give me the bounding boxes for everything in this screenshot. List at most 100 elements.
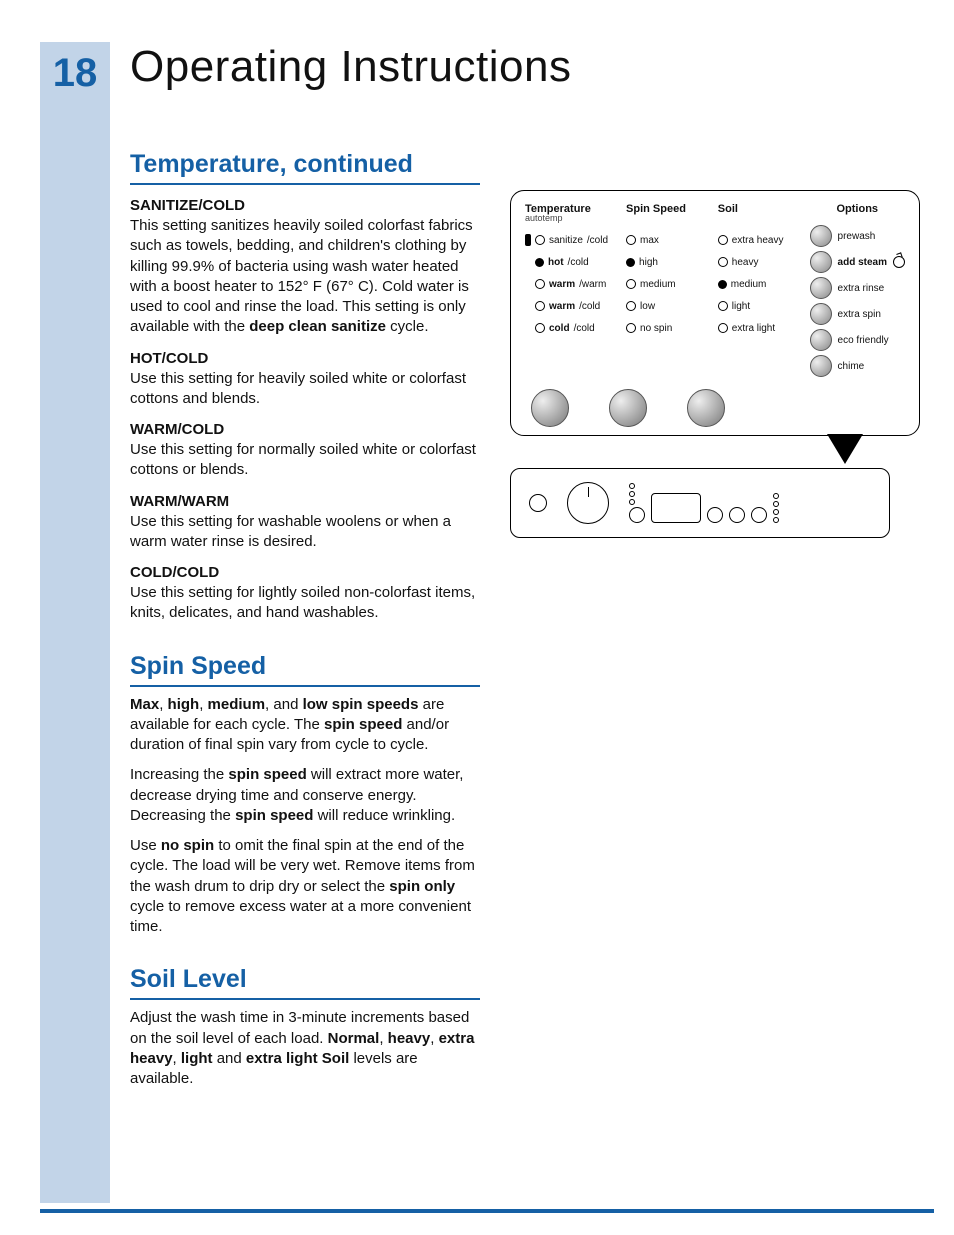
machine-panel-overview: [510, 468, 890, 538]
panel-opt-extra-spin: extra spin: [810, 301, 905, 327]
section-rule: [130, 998, 480, 1000]
mini-knob-icon: [629, 507, 645, 523]
label: /cold: [574, 323, 595, 334]
panel-opt-eco: eco friendly: [810, 327, 905, 353]
indicator-filled-icon: [626, 258, 635, 267]
selector-knob-icon: [687, 389, 725, 427]
bold: heavy: [388, 1030, 431, 1047]
text-column: Temperature, continued SANITIZE/COLD Thi…: [130, 150, 480, 1117]
text: ,: [379, 1030, 387, 1047]
page-number-box: 18: [40, 42, 110, 104]
label: /cold: [579, 301, 600, 312]
label: add steam: [838, 257, 887, 268]
power-button-icon: [529, 494, 547, 512]
panel-opt-extra-rinse: extra rinse: [810, 275, 905, 301]
panel-spin-max: max: [626, 229, 700, 251]
label: max: [640, 235, 659, 246]
para-sanitize: This setting sanitizes heavily soiled co…: [130, 216, 480, 338]
mini-knob-icon: [751, 507, 767, 523]
panel-soil-medium: medium: [718, 273, 792, 295]
indicator-icon: [718, 301, 728, 311]
bold: high: [168, 696, 200, 713]
bold: spin speed: [235, 807, 313, 824]
panel-spin-high: high: [626, 251, 700, 273]
label: sanitize: [549, 235, 583, 246]
indicator-icon: [718, 235, 728, 245]
panel-col-soil: Soil extra heavy heavy medium light extr…: [718, 203, 792, 379]
label: /cold: [568, 257, 589, 268]
footer-rule: [40, 1209, 934, 1213]
panel-spin-nospin: no spin: [626, 317, 700, 339]
para-hot: Use this setting for heavily soiled whit…: [130, 369, 480, 410]
mp-opts-col: [773, 493, 779, 523]
text: cycle to remove excess water at a more c…: [130, 898, 471, 935]
panel-temp-cold: cold/cold: [525, 317, 608, 339]
knob-icon: [810, 225, 832, 247]
panel-col-temperature: Temperature autotemp sanitize/cold hot/c…: [525, 203, 608, 379]
panel-soil-extra-light: extra light: [718, 317, 792, 339]
section-soil: Soil Level Adjust the wash time in 3-min…: [130, 965, 480, 1089]
panel-spin-medium: medium: [626, 273, 700, 295]
panel-header-options: Options: [810, 203, 905, 215]
subheading-hot: HOT/COLD: [130, 350, 480, 367]
panel-temp-warm-cold: warm/cold: [525, 295, 608, 317]
text: ,: [430, 1030, 438, 1047]
text: , and: [265, 696, 303, 713]
knob-icon: [810, 251, 832, 273]
text: and: [213, 1050, 246, 1067]
selector-knob-icon: [609, 389, 647, 427]
panel-spin-low: low: [626, 295, 700, 317]
indicator-icon: [535, 323, 545, 333]
callout-pointer: [770, 434, 920, 464]
indicator-icon: [626, 279, 636, 289]
indicator-icon: [626, 235, 636, 245]
selector-knob-icon: [531, 389, 569, 427]
subheading-warm-cold: WARM/COLD: [130, 421, 480, 438]
panel-temp-hot: hot/cold: [525, 251, 608, 273]
para-soil: Adjust the wash time in 3-minute increme…: [130, 1008, 480, 1089]
bold: no spin: [161, 837, 214, 854]
label: hot: [548, 257, 564, 268]
bold: extra light Soil: [246, 1050, 349, 1067]
bold: medium: [208, 696, 266, 713]
subheading-cold: COLD/COLD: [130, 564, 480, 581]
panel-temp-sanitize: sanitize/cold: [525, 229, 608, 251]
label: medium: [640, 279, 676, 290]
label: high: [639, 257, 658, 268]
control-panel-callout: Temperature autotemp sanitize/cold hot/c…: [510, 190, 920, 436]
section-heading-spin: Spin Speed: [130, 652, 480, 681]
diagram-column: Temperature autotemp sanitize/cold hot/c…: [510, 150, 920, 538]
text: ,: [173, 1050, 181, 1067]
bold: light: [181, 1050, 213, 1067]
bold: spin speed: [324, 716, 402, 733]
indicator-icon: [535, 279, 545, 289]
label: medium: [731, 279, 767, 290]
indicator-icon: [718, 257, 728, 267]
section-spin: Spin Speed Max, high, medium, and low sp…: [130, 652, 480, 938]
text: ,: [199, 696, 207, 713]
label: light: [732, 301, 750, 312]
panel-soil-extra-heavy: extra heavy: [718, 229, 792, 251]
indicator-icon: [718, 323, 728, 333]
section-heading-soil: Soil Level: [130, 965, 480, 994]
text: will reduce wrinkling.: [313, 807, 455, 824]
subheading-warm-warm: WARM/WARM: [130, 493, 480, 510]
label: cold: [549, 323, 570, 334]
display-screen-icon: [651, 493, 701, 523]
indicator-icon: [626, 301, 636, 311]
knob-icon: [810, 277, 832, 299]
thermometer-icon: [525, 234, 531, 246]
para-spin-1: Max, high, medium, and low spin speeds a…: [130, 695, 480, 756]
label: extra spin: [838, 309, 881, 320]
knob-icon: [810, 329, 832, 351]
mp-temp-col: [629, 483, 645, 523]
panel-soil-light: light: [718, 295, 792, 317]
content-area: Temperature, continued SANITIZE/COLD Thi…: [130, 150, 920, 1117]
para-warm-warm: Use this setting for washable woolens or…: [130, 512, 480, 553]
para-spin-3: Use no spin to omit the final spin at th…: [130, 836, 480, 937]
pointer-icon: [827, 434, 863, 464]
indicator-icon: [626, 323, 636, 333]
label: /warm: [579, 279, 606, 290]
section-temperature: Temperature, continued SANITIZE/COLD Thi…: [130, 150, 480, 624]
bold: deep clean sanitize: [249, 318, 386, 335]
